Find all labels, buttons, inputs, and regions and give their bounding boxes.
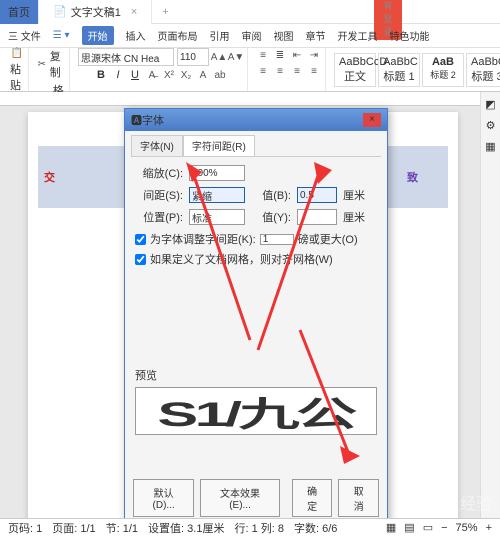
menu-view[interactable]: 视图 [274, 28, 294, 43]
view-mode-icon[interactable]: ▤ [404, 521, 414, 534]
spacing-label: 间距(S): [135, 187, 183, 203]
subscript-icon[interactable]: X₂ [179, 68, 193, 82]
indent-dec-icon[interactable]: ⇤ [290, 48, 304, 62]
menu-insert[interactable]: 插入 [126, 28, 146, 43]
style-h2[interactable]: AaB标题 2 [422, 53, 464, 87]
status-chars[interactable]: 字数: 6/6 [294, 520, 337, 536]
copy-label[interactable]: 复制 [50, 48, 65, 80]
tab-document[interactable]: 📄 文字文稿1 × [39, 0, 152, 24]
font-size-select[interactable] [177, 48, 209, 66]
position-label: 位置(P): [135, 209, 183, 225]
view-mode-icon[interactable]: ▭ [423, 521, 433, 534]
kerning-value[interactable] [260, 234, 294, 245]
menu-layout[interactable]: 页面布局 [158, 28, 198, 43]
font-color-icon[interactable]: A [196, 68, 210, 82]
shrink-font-icon[interactable]: A▼ [229, 50, 243, 64]
superscript-icon[interactable]: X² [162, 68, 176, 82]
status-page[interactable]: 页码: 1 [8, 520, 42, 536]
menu-bar: 三 文件 ☰ ▾ 开始 插入 页面布局 引用 审阅 视图 章节 开发工具 特色功… [0, 24, 500, 48]
style-h1[interactable]: AaBbC标题 1 [378, 53, 420, 87]
preview-box: S1/九公 [135, 387, 377, 435]
dialog-icon: 🅰 [131, 112, 142, 128]
spacing-select[interactable] [189, 187, 245, 203]
underline-icon[interactable]: U [128, 68, 142, 82]
app-icon: 📄 [53, 5, 67, 18]
new-tab-button[interactable]: + [152, 6, 178, 18]
menu-review[interactable]: 审阅 [242, 28, 262, 43]
dialog-title: 字体 [142, 112, 164, 128]
style-gallery: AaBbCcD正文 AaBbC标题 1 AaB标题 2 AaBbC标题 3 [334, 53, 500, 87]
menu-ref[interactable]: 引用 [210, 28, 230, 43]
font-family-select[interactable] [78, 48, 174, 66]
grow-font-icon[interactable]: A▲ [212, 50, 226, 64]
status-pages[interactable]: 页面: 1/1 [52, 520, 95, 536]
cancel-button[interactable]: 取消 [338, 479, 379, 517]
tab-home[interactable]: 首页 [0, 0, 39, 24]
preview-label: 预览 [135, 370, 157, 382]
zoom-level[interactable]: 75% [456, 522, 478, 534]
close-icon[interactable]: × [468, 0, 496, 40]
status-col: 行: 1 列: 8 [234, 520, 284, 536]
list-bullets-icon[interactable]: ≡ [256, 48, 270, 62]
paste-label: 粘贴 [10, 61, 24, 93]
position-unit[interactable]: 厘米 [343, 209, 365, 225]
tab-font[interactable]: 字体(N) [131, 135, 183, 156]
zoom-out-icon[interactable]: − [441, 522, 447, 534]
spacing-value-input[interactable] [297, 187, 337, 203]
side-panel: ◩ ⚙ ▦ [480, 92, 500, 518]
ribbon-toolbar: 📋 粘贴 ✂复制 🖌格式刷 A▲ A▼ B I U A̶ X² X₂ A ab … [0, 48, 500, 92]
menu-dev[interactable]: 开发工具 [338, 28, 378, 43]
default-button[interactable]: 默认(D)... [133, 479, 194, 517]
highlight-icon[interactable]: ab [213, 68, 227, 82]
text-effect-button[interactable]: 文本效果(E)... [200, 479, 279, 517]
align-center-icon[interactable]: ≡ [273, 64, 287, 78]
maximize-icon[interactable]: □ [438, 0, 466, 40]
menu-start[interactable]: 开始 [82, 26, 114, 45]
align-right-icon[interactable]: ≡ [290, 64, 304, 78]
style-h3[interactable]: AaBbC标题 3 [466, 53, 500, 87]
dialog-close-icon[interactable]: × [363, 113, 381, 127]
status-section: 节: 1/1 [106, 520, 138, 536]
sp-icon[interactable]: ⚙ [486, 119, 496, 132]
position-value-input[interactable] [297, 209, 337, 225]
tab-char-spacing[interactable]: 字符间距(R) [183, 135, 255, 156]
snap-grid-label: 如果定义了文档网格，则对齐网格(W) [150, 251, 333, 267]
kerning-unit: 磅或更大(O) [298, 231, 358, 247]
kerning-label: 为字体调整字间距(K): [150, 231, 256, 247]
horizontal-ruler[interactable] [0, 92, 500, 106]
list-numbers-icon[interactable]: ≣ [273, 48, 287, 62]
status-cursor: 设置值: 3.1厘米 [148, 520, 224, 536]
status-bar: 页码: 1 页面: 1/1 节: 1/1 设置值: 3.1厘米 行: 1 列: … [0, 518, 500, 536]
menu-special[interactable]: 特色功能 [390, 28, 430, 43]
italic-icon[interactable]: I [111, 68, 125, 82]
position-select[interactable] [189, 209, 245, 225]
kerning-checkbox[interactable] [135, 234, 146, 245]
title-bar: 首页 📄 文字文稿1 × + 没有登录 — □ × [0, 0, 500, 24]
font-dialog: 🅰 字体 × 字体(N) 字符间距(R) 缩放(C): 间距(S): 值(B):… [124, 108, 388, 526]
sp-icon[interactable]: ▦ [485, 140, 495, 153]
cut-icon[interactable]: ✂ [37, 57, 47, 71]
view-mode-icon[interactable]: ▦ [386, 521, 396, 534]
position-val-label: 值(Y): [251, 209, 291, 225]
align-left-icon[interactable]: ≡ [256, 64, 270, 78]
menu-section[interactable]: 章节 [306, 28, 326, 43]
dialog-titlebar[interactable]: 🅰 字体 × [125, 109, 387, 131]
snap-grid-checkbox[interactable] [135, 254, 146, 265]
scale-label: 缩放(C): [135, 165, 183, 181]
align-justify-icon[interactable]: ≡ [307, 64, 321, 78]
style-normal[interactable]: AaBbCcD正文 [334, 53, 376, 87]
bold-icon[interactable]: B [94, 68, 108, 82]
close-tab-icon[interactable]: × [131, 6, 137, 18]
zoom-in-icon[interactable]: + [486, 522, 492, 534]
scale-select[interactable] [189, 165, 245, 181]
indent-inc-icon[interactable]: ⇥ [307, 48, 321, 62]
paste-icon[interactable]: 📋 [10, 48, 24, 59]
sp-icon[interactable]: ◩ [485, 98, 495, 111]
strike-icon[interactable]: A̶ [145, 68, 159, 82]
spacing-val-label: 值(B): [251, 187, 291, 203]
ok-button[interactable]: 确定 [292, 479, 333, 517]
spacing-unit[interactable]: 厘米 [343, 187, 365, 203]
quick-menu[interactable]: ☰ ▾ [53, 30, 70, 41]
file-menu[interactable]: 三 文件 [8, 28, 41, 43]
